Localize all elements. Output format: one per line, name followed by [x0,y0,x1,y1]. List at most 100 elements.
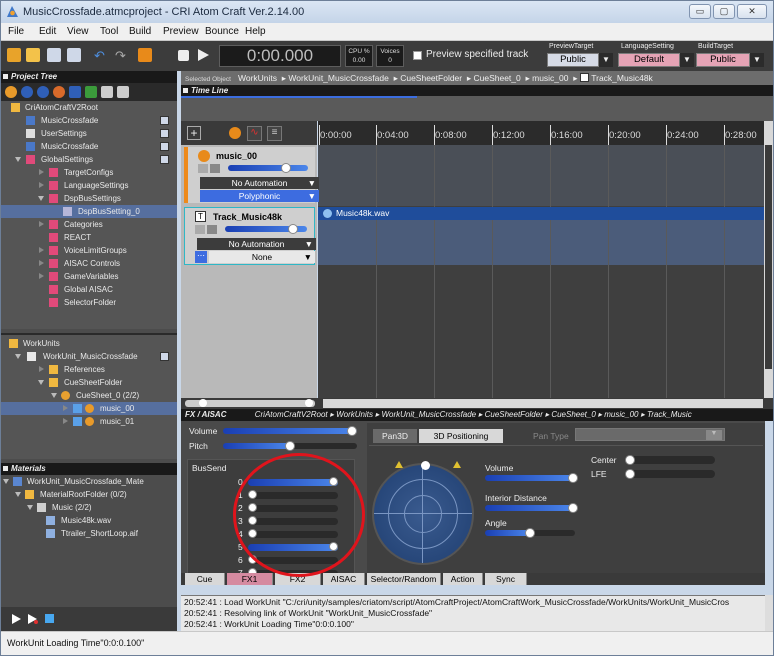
filter-t2-icon[interactable] [37,86,49,98]
tree-item-react[interactable]: REACT [1,231,177,244]
tree-item-globalsettings[interactable]: GlobalSettings [1,153,177,166]
breadcrumb-item[interactable]: CueSheet_0 [473,73,520,83]
expand-arrow-icon[interactable] [38,196,44,201]
tree-item-usersettings[interactable]: UserSettings [1,127,177,140]
expand-arrow-icon[interactable] [39,366,44,372]
tree-item-cuesheetfolder[interactable]: CueSheetFolder [1,376,177,389]
menu-edit[interactable]: Edit [39,26,56,37]
preview-target-select[interactable]: Public [547,53,599,67]
tree-item-music-folder[interactable]: Music (2/2) [1,501,177,514]
track-lane-music-00[interactable] [318,145,764,206]
breadcrumb-item[interactable]: WorkUnit_MusicCrossfade [288,73,388,83]
filter-image-icon[interactable] [101,86,113,98]
tree-item-gamevariables[interactable]: GameVariables [1,270,177,283]
expand-arrow-icon[interactable] [15,157,21,162]
build-icon[interactable] [138,48,152,62]
volume-knob[interactable] [347,426,357,436]
filter-clip-icon[interactable] [117,86,129,98]
timeline-tracks[interactable]: Music48k.wav [318,145,764,398]
list-icon[interactable]: ≡ [267,126,282,141]
tree-item-selectorfolder[interactable]: SelectorFolder [1,296,177,309]
lfe-slider[interactable] [625,470,715,478]
expand-arrow-icon[interactable] [27,505,33,510]
expand-arrow-icon[interactable] [3,479,9,484]
track-header-music-00[interactable]: music_00 No Automation ▼ Polyphonic ▼ [184,147,319,203]
track-mode-icon[interactable] [229,127,241,139]
tree-item-workunit-musiccrossfade[interactable]: WorkUnit_MusicCrossfade [1,350,177,363]
expand-arrow-icon[interactable] [39,247,44,253]
expand-arrow-icon[interactable] [39,169,44,175]
tree-item-workunit-mate[interactable]: WorkUnit_MusicCrossfade_Mate [1,475,177,488]
timeline-ruler[interactable]: 0:00:00 0:04:00 0:08:00 0:12:00 0:16:00 … [318,121,764,145]
tree-item-targetconfigs[interactable]: TargetConfigs [1,166,177,179]
timeline-vertical-scrollbar[interactable] [764,121,773,398]
filter-ev-icon[interactable] [85,86,97,98]
tree-item-global-aisac[interactable]: Global AISAC [1,283,177,296]
tree-item-musiccrossfade[interactable]: MusicCrossfade [1,114,177,127]
play-loop-icon[interactable] [27,614,39,624]
play-icon[interactable] [196,48,210,62]
expand-arrow-icon[interactable] [39,260,44,266]
mute-icon[interactable] [195,225,205,234]
build-target-arrow-icon[interactable]: ▼ [750,53,764,67]
new-folder-icon[interactable] [7,48,21,62]
save-icon[interactable] [160,129,169,138]
enable-checkbox[interactable] [73,417,82,426]
pan3d-circle[interactable] [372,463,474,565]
play-icon[interactable] [11,614,21,624]
filter-t-icon[interactable] [21,86,33,98]
pan-type-select[interactable]: ▼ [575,428,725,441]
menu-bounce[interactable]: Bounce [205,26,239,37]
tree-item-music-00[interactable]: music_00 [1,402,177,415]
center-slider[interactable] [625,456,715,464]
more-icon[interactable]: ⋯ [195,251,207,263]
expand-arrow-icon[interactable] [38,380,44,385]
tree-item-dspbussetting-0[interactable]: DspBusSetting_0 [1,205,177,218]
expand-arrow-icon[interactable] [39,182,44,188]
save-icon[interactable] [47,48,61,62]
close-button[interactable]: ✕ [737,4,767,19]
breadcrumb-item[interactable]: Track_Music48k [591,73,653,83]
enable-checkbox[interactable] [73,404,82,413]
track-header-track-music48k[interactable]: T Track_Music48k No Automation ▼ ⋯ None ▼ [184,207,316,265]
tree-item-references[interactable]: References [1,363,177,376]
redo-icon[interactable]: ↷ [115,48,129,63]
center-knob[interactable] [625,455,635,465]
breadcrumb-item[interactable]: CueSheetFolder [400,73,462,83]
expand-arrow-icon[interactable] [63,405,68,411]
minimize-button[interactable]: ▭ [689,4,711,19]
expand-arrow-icon[interactable] [39,273,44,279]
tab-pan3d[interactable]: Pan3D [373,429,417,443]
pan-position-handle[interactable] [421,461,430,470]
preview-target-arrow-icon[interactable]: ▼ [599,53,613,67]
save-icon[interactable] [160,155,169,164]
filter-m-icon[interactable] [53,86,65,98]
menu-view[interactable]: View [67,26,89,37]
pitch-knob[interactable] [285,441,295,451]
tree-item-root[interactable]: CriAtomCraftV2Root [1,101,177,114]
menu-build[interactable]: Build [129,26,151,37]
volume-slider[interactable] [223,428,357,434]
log-scrollbar[interactable] [765,595,773,631]
tab-fx1[interactable]: FX1 [227,573,273,585]
tree-item-categories[interactable]: Categories [1,218,177,231]
save-all-icon[interactable] [67,48,81,62]
tree-item-voicelimitgroups[interactable]: VoiceLimitGroups [1,244,177,257]
language-setting-arrow-icon[interactable]: ▼ [680,53,694,67]
solo-icon[interactable] [207,225,217,234]
automation-select[interactable]: No Automation ▼ [200,177,319,189]
pan-volume-knob[interactable] [568,473,578,483]
save-icon[interactable] [160,142,169,151]
stop-icon[interactable] [45,614,54,623]
tree-item-workunits[interactable]: WorkUnits [1,337,177,350]
solo-icon[interactable] [210,164,220,173]
open-folder-icon[interactable] [26,48,40,62]
undo-icon[interactable]: ↶ [94,48,108,63]
expand-arrow-icon[interactable] [15,354,21,359]
expand-arrow-icon[interactable] [15,492,21,497]
preview-specified-checkbox[interactable] [413,51,422,60]
filter-all-icon[interactable] [5,86,17,98]
tab-aisac[interactable]: AISAC [323,573,365,585]
play-mode-select[interactable]: Polyphonic ▼ [200,190,319,202]
waveform-clip[interactable]: Music48k.wav [318,207,764,220]
